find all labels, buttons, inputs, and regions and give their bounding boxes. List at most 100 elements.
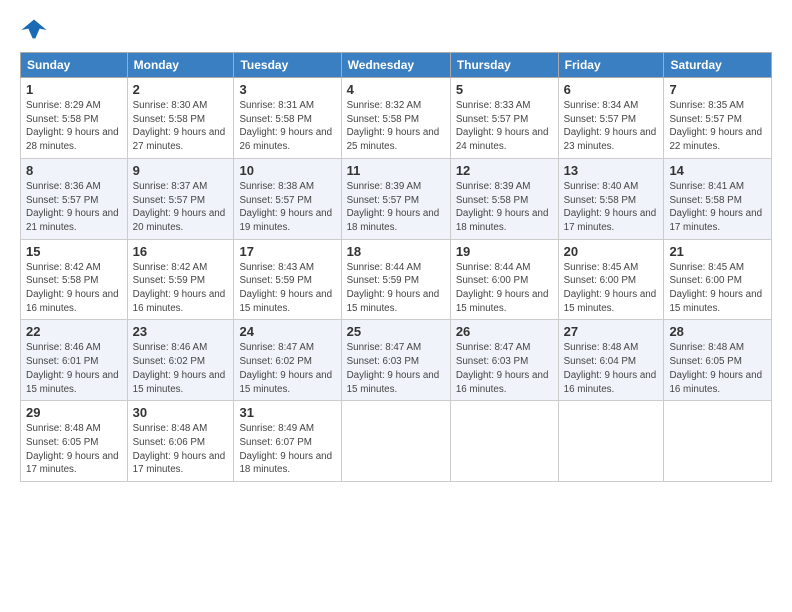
- day-info: Sunrise: 8:45 AMSunset: 6:00 PMDaylight:…: [564, 261, 659, 316]
- day-number: 3: [239, 82, 335, 97]
- calendar-day-cell: 10 Sunrise: 8:38 AMSunset: 5:57 PMDayligh…: [234, 158, 341, 239]
- day-number: 11: [347, 163, 445, 178]
- calendar-day-header: Tuesday: [234, 53, 341, 78]
- day-info: Sunrise: 8:39 AMSunset: 5:58 PMDaylight:…: [456, 180, 553, 235]
- day-number: 23: [133, 324, 229, 339]
- calendar-day-cell: 29 Sunrise: 8:48 AMSunset: 6:05 PMDayligh…: [21, 401, 128, 482]
- day-info: Sunrise: 8:44 AMSunset: 6:00 PMDaylight:…: [456, 261, 553, 316]
- day-info: Sunrise: 8:48 AMSunset: 6:05 PMDaylight:…: [669, 341, 766, 396]
- calendar-day-cell: [450, 401, 558, 482]
- day-number: 18: [347, 244, 445, 259]
- calendar-day-cell: 22 Sunrise: 8:46 AMSunset: 6:01 PMDayligh…: [21, 320, 128, 401]
- calendar-day-cell: 17Sunrise: 8:43 AMSunset: 5:59 PMDayligh…: [234, 239, 341, 320]
- logo-icon: [20, 16, 48, 44]
- calendar-day-cell: 25 Sunrise: 8:47 AMSunset: 6:03 PMDayligh…: [341, 320, 450, 401]
- calendar-day-cell: 20Sunrise: 8:45 AMSunset: 6:00 PMDayligh…: [558, 239, 664, 320]
- day-info: Sunrise: 8:37 AMSunset: 5:57 PMDaylight:…: [133, 180, 229, 235]
- day-info: Sunrise: 8:41 AMSunset: 5:58 PMDaylight:…: [669, 180, 766, 235]
- day-info: Sunrise: 8:48 AMSunset: 6:04 PMDaylight:…: [564, 341, 659, 396]
- calendar-day-header: Wednesday: [341, 53, 450, 78]
- day-number: 10: [239, 163, 335, 178]
- day-info: Sunrise: 8:30 AMSunset: 5:58 PMDaylight:…: [133, 99, 229, 154]
- calendar-day-cell: 23 Sunrise: 8:46 AMSunset: 6:02 PMDayligh…: [127, 320, 234, 401]
- calendar-week-row: 29 Sunrise: 8:48 AMSunset: 6:05 PMDayligh…: [21, 401, 772, 482]
- day-info: Sunrise: 8:42 AMSunset: 5:58 PMDaylight:…: [26, 261, 122, 316]
- day-number: 31: [239, 405, 335, 420]
- day-info: Sunrise: 8:38 AMSunset: 5:57 PMDaylight:…: [239, 180, 335, 235]
- day-number: 19: [456, 244, 553, 259]
- day-number: 9: [133, 163, 229, 178]
- day-number: 25: [347, 324, 445, 339]
- day-number: 15: [26, 244, 122, 259]
- logo: [20, 16, 52, 44]
- calendar-day-cell: 18 Sunrise: 8:44 AMSunset: 5:59 PMDayligh…: [341, 239, 450, 320]
- day-info: Sunrise: 8:40 AMSunset: 5:58 PMDaylight:…: [564, 180, 659, 235]
- calendar-week-row: 8 Sunrise: 8:36 AMSunset: 5:57 PMDaylight…: [21, 158, 772, 239]
- calendar-day-cell: 4 Sunrise: 8:32 AMSunset: 5:58 PMDaylight…: [341, 78, 450, 159]
- calendar-week-row: 22 Sunrise: 8:46 AMSunset: 6:01 PMDayligh…: [21, 320, 772, 401]
- calendar-day-header: Thursday: [450, 53, 558, 78]
- day-number: 8: [26, 163, 122, 178]
- calendar-day-header: Monday: [127, 53, 234, 78]
- day-number: 17: [239, 244, 335, 259]
- calendar-day-cell: 8 Sunrise: 8:36 AMSunset: 5:57 PMDaylight…: [21, 158, 128, 239]
- day-number: 7: [669, 82, 766, 97]
- calendar-day-cell: 26Sunrise: 8:47 AMSunset: 6:03 PMDayligh…: [450, 320, 558, 401]
- day-number: 26: [456, 324, 553, 339]
- day-info: Sunrise: 8:31 AMSunset: 5:58 PMDaylight:…: [239, 99, 335, 154]
- day-info: Sunrise: 8:48 AMSunset: 6:06 PMDaylight:…: [133, 422, 229, 477]
- day-number: 16: [133, 244, 229, 259]
- day-info: Sunrise: 8:44 AMSunset: 5:59 PMDaylight:…: [347, 261, 445, 316]
- calendar-body: 1 Sunrise: 8:29 AMSunset: 5:58 PMDaylight…: [21, 78, 772, 482]
- day-info: Sunrise: 8:46 AMSunset: 6:02 PMDaylight:…: [133, 341, 229, 396]
- day-info: Sunrise: 8:46 AMSunset: 6:01 PMDaylight:…: [26, 341, 122, 396]
- calendar-day-header: Friday: [558, 53, 664, 78]
- day-number: 2: [133, 82, 229, 97]
- day-number: 13: [564, 163, 659, 178]
- day-info: Sunrise: 8:32 AMSunset: 5:58 PMDaylight:…: [347, 99, 445, 154]
- calendar-day-header: Sunday: [21, 53, 128, 78]
- day-info: Sunrise: 8:35 AMSunset: 5:57 PMDaylight:…: [669, 99, 766, 154]
- calendar-day-cell: 24Sunrise: 8:47 AMSunset: 6:02 PMDayligh…: [234, 320, 341, 401]
- day-number: 22: [26, 324, 122, 339]
- calendar-day-cell: 13 Sunrise: 8:40 AMSunset: 5:58 PMDayligh…: [558, 158, 664, 239]
- calendar-day-cell: [558, 401, 664, 482]
- calendar-day-cell: 30Sunrise: 8:48 AMSunset: 6:06 PMDayligh…: [127, 401, 234, 482]
- day-info: Sunrise: 8:39 AMSunset: 5:57 PMDaylight:…: [347, 180, 445, 235]
- calendar-day-cell: 27 Sunrise: 8:48 AMSunset: 6:04 PMDayligh…: [558, 320, 664, 401]
- day-info: Sunrise: 8:48 AMSunset: 6:05 PMDaylight:…: [26, 422, 122, 477]
- calendar-day-cell: 5Sunrise: 8:33 AMSunset: 5:57 PMDaylight…: [450, 78, 558, 159]
- day-number: 28: [669, 324, 766, 339]
- calendar-day-cell: 15 Sunrise: 8:42 AMSunset: 5:58 PMDayligh…: [21, 239, 128, 320]
- calendar-day-cell: 6Sunrise: 8:34 AMSunset: 5:57 PMDaylight…: [558, 78, 664, 159]
- calendar-day-cell: 12 Sunrise: 8:39 AMSunset: 5:58 PMDayligh…: [450, 158, 558, 239]
- day-number: 29: [26, 405, 122, 420]
- day-info: Sunrise: 8:45 AMSunset: 6:00 PMDaylight:…: [669, 261, 766, 316]
- day-info: Sunrise: 8:47 AMSunset: 6:03 PMDaylight:…: [347, 341, 445, 396]
- page-header: [20, 16, 772, 44]
- day-number: 21: [669, 244, 766, 259]
- calendar-day-cell: 28 Sunrise: 8:48 AMSunset: 6:05 PMDayligh…: [664, 320, 772, 401]
- day-info: Sunrise: 8:36 AMSunset: 5:57 PMDaylight:…: [26, 180, 122, 235]
- calendar-week-row: 15 Sunrise: 8:42 AMSunset: 5:58 PMDayligh…: [21, 239, 772, 320]
- day-number: 4: [347, 82, 445, 97]
- calendar-day-cell: 14 Sunrise: 8:41 AMSunset: 5:58 PMDayligh…: [664, 158, 772, 239]
- day-number: 6: [564, 82, 659, 97]
- calendar-day-cell: [341, 401, 450, 482]
- day-number: 12: [456, 163, 553, 178]
- calendar-header-row: SundayMondayTuesdayWednesdayThursdayFrid…: [21, 53, 772, 78]
- calendar-day-cell: 1 Sunrise: 8:29 AMSunset: 5:58 PMDaylight…: [21, 78, 128, 159]
- day-number: 27: [564, 324, 659, 339]
- calendar-day-cell: 19 Sunrise: 8:44 AMSunset: 6:00 PMDayligh…: [450, 239, 558, 320]
- day-info: Sunrise: 8:42 AMSunset: 5:59 PMDaylight:…: [133, 261, 229, 316]
- calendar-day-cell: 3 Sunrise: 8:31 AMSunset: 5:58 PMDaylight…: [234, 78, 341, 159]
- calendar-day-cell: 31Sunrise: 8:49 AMSunset: 6:07 PMDayligh…: [234, 401, 341, 482]
- day-number: 1: [26, 82, 122, 97]
- calendar-day-cell: 9 Sunrise: 8:37 AMSunset: 5:57 PMDaylight…: [127, 158, 234, 239]
- day-number: 14: [669, 163, 766, 178]
- day-info: Sunrise: 8:29 AMSunset: 5:58 PMDaylight:…: [26, 99, 122, 154]
- calendar-day-cell: [664, 401, 772, 482]
- calendar-day-cell: 7 Sunrise: 8:35 AMSunset: 5:57 PMDaylight…: [664, 78, 772, 159]
- day-info: Sunrise: 8:47 AMSunset: 6:02 PMDaylight:…: [239, 341, 335, 396]
- calendar-day-header: Saturday: [664, 53, 772, 78]
